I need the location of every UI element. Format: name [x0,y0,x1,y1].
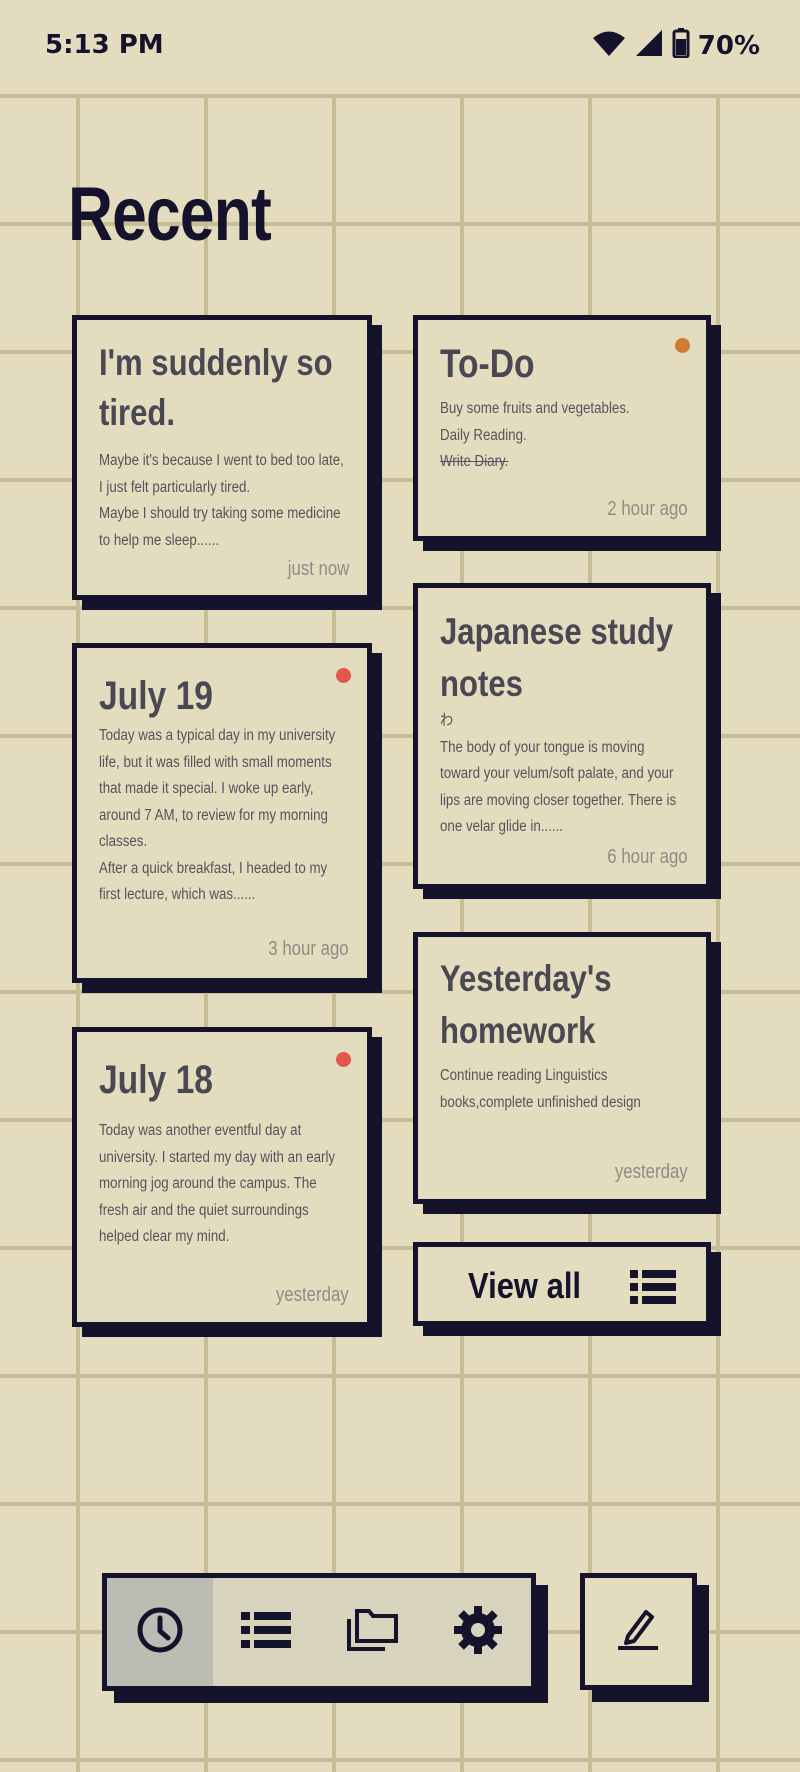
note-title-line: homework [440,1010,596,1051]
view-all-label: View all [468,1265,582,1306]
new-note-button[interactable] [580,1573,697,1690]
gear-icon [452,1604,504,1661]
color-marker-dot [675,338,690,353]
note-preview: わ The body of your tongue is moving towa… [440,708,676,841]
battery-percent: 70% [697,30,760,61]
note-timestamp: yesterday [615,1161,688,1183]
note-timestamp: yesterday [276,1284,349,1306]
battery-icon [672,28,690,63]
note-timestamp: 3 hour ago [268,938,349,960]
note-preview-line: toward your velum/soft palate, and your [440,765,674,782]
color-marker-dot [336,1052,351,1067]
note-card[interactable]: Yesterday's homework Continue reading Li… [413,932,711,1204]
note-preview-line: life, but it was filled with small momen… [99,753,332,771]
note-title: July 18 [99,1058,213,1102]
nav-folders-tab[interactable] [319,1578,425,1686]
note-preview-line: The body of your tongue is moving [440,738,645,756]
note-preview-line: I just felt particularly tired. [99,478,251,496]
bottom-nav-bar [102,1573,536,1691]
nav-settings-tab[interactable] [425,1578,531,1686]
signal-icon [634,28,664,63]
note-preview-line: one velar glide in...... [440,818,564,835]
nav-list-tab[interactable] [213,1578,319,1686]
note-preview-line: first lecture, which was...... [99,886,256,903]
note-preview-line: books,complete unfinished design [440,1093,641,1111]
note-preview-line: わ [440,712,454,729]
list-icon [630,1269,676,1310]
note-title: July 19 [99,674,213,718]
note-timestamp: just now [287,558,349,580]
note-card[interactable]: July 19 Today was a typical day in my un… [72,643,372,983]
page-title: Recent [68,172,272,257]
note-timestamp: 2 hour ago [607,498,688,520]
note-timestamp: 6 hour ago [607,846,688,868]
note-preview-line: Maybe I should try taking some medicine [99,505,341,522]
note-preview-line: university. I started my day with an ear… [99,1148,336,1166]
wifi-icon [592,29,626,62]
note-preview-line: to help me sleep...... [99,531,220,549]
list-icon [241,1610,291,1655]
folder-icon [345,1607,399,1658]
note-preview-line: Continue reading Linguistics [440,1067,608,1084]
note-title: Japanese study notes [440,606,673,710]
color-marker-dot [336,668,351,683]
note-preview-line: helped clear my mind. [99,1228,230,1245]
note-title-line: Japanese study [440,611,674,652]
note-card[interactable]: I'm suddenly so tired. Maybe it's becaus… [72,315,372,600]
nav-recent-tab[interactable] [107,1578,213,1686]
todo-item: Buy some fruits and vegetables. [440,400,630,417]
status-bar: 5:13 PM 70% [0,0,800,94]
note-preview-line: that made it special. I woke up early, [99,780,314,797]
clock-icon [135,1605,185,1660]
note-preview-line: Maybe it's because I went to bed too lat… [99,452,344,469]
note-preview-line: classes. [99,833,148,850]
edit-icon [616,1606,662,1657]
note-title-line: Yesterday's [440,958,612,999]
note-title: Yesterday's homework [440,953,612,1057]
note-preview-line: Today was another eventful day at [99,1122,302,1139]
todo-list: Buy some fruits and vegetables. Daily Re… [440,396,630,476]
note-preview: Maybe it's because I went to bed too lat… [99,448,344,554]
status-icons: 70% [592,28,760,63]
note-preview-line: After a quick breakfast, I headed to my [99,859,328,877]
note-title: To-Do [440,342,535,386]
note-preview-line: Today was a typical day in my university [99,727,336,744]
note-card[interactable]: Japanese study notes わ The body of your … [413,583,711,889]
note-preview: Today was another eventful day at univer… [99,1118,335,1251]
note-card[interactable]: July 18 Today was another eventful day a… [72,1027,372,1327]
note-card[interactable]: To-Do Buy some fruits and vegetables. Da… [413,315,711,541]
note-preview-line: morning jog around the campus. The [99,1175,317,1192]
note-preview: Today was a typical day in my university… [99,723,335,909]
note-preview-line: lips are moving closer together. There i… [440,791,677,809]
view-all-button[interactable]: View all [413,1242,711,1326]
todo-item: Daily Reading. [440,426,527,444]
status-time: 5:13 PM [45,30,164,60]
note-title: I'm suddenly so tired. [99,342,333,433]
note-preview: Continue reading Linguistics books,compl… [440,1063,641,1116]
note-preview-line: around 7 AM, to review for my morning [99,806,328,824]
note-preview-line: fresh air and the quiet surroundings [99,1201,309,1219]
todo-item-completed: Write Diary. [440,453,509,470]
note-title-line: notes [440,663,523,704]
